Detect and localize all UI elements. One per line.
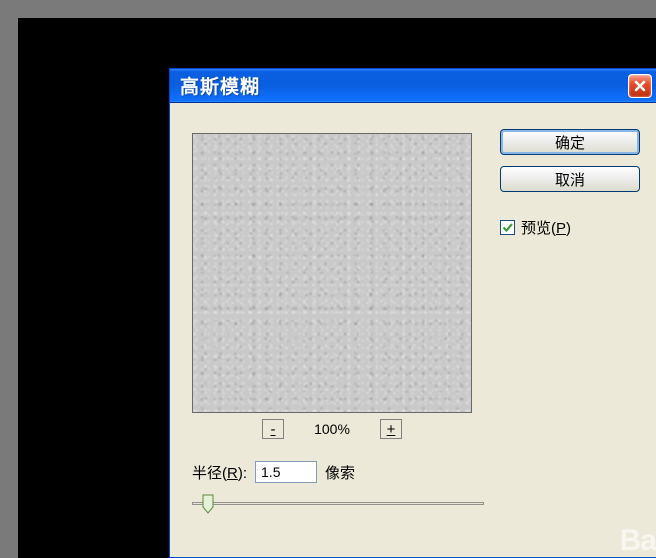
dialog-body: - 100% + 确定 取消 预览(P) 半径(R): [170,103,656,557]
label-hotkey: R [227,465,238,482]
radius-unit-label: 像索 [325,462,355,483]
label-text: ) [566,220,571,237]
close-button[interactable] [628,74,652,98]
radius-row: 半径(R): 像索 [192,461,355,483]
watermark: Ba [620,524,656,558]
slider-thumb-icon [202,494,214,514]
label-hotkey: P [556,220,566,237]
gaussian-blur-dialog: 高斯模糊 - 100% + 确定 取消 [169,68,656,558]
label-text: 半径( [192,465,227,482]
zoom-out-button[interactable]: - [262,419,284,439]
zoom-in-button[interactable]: + [380,419,402,439]
label-text: 预览( [521,220,556,237]
zoom-controls: - 100% + [192,419,472,439]
preview-checkbox-row: 预览(P) [500,217,640,238]
slider-thumb[interactable] [202,494,214,514]
side-controls: 确定 取消 预览(P) [500,129,640,238]
radius-input[interactable] [255,461,317,483]
cancel-button[interactable]: 取消 [500,166,640,192]
preview-checkbox-label: 预览(P) [521,217,571,238]
radius-slider[interactable] [192,493,484,515]
zoom-level-label: 100% [306,421,358,437]
checkmark-icon [501,221,514,234]
preview-noise [193,134,471,412]
close-icon [633,79,647,93]
preview-image[interactable] [192,133,472,413]
label-text: ): [238,465,247,482]
radius-label: 半径(R): [192,462,247,483]
ok-button[interactable]: 确定 [500,129,640,155]
preview-area: - 100% + [192,133,472,439]
titlebar[interactable]: 高斯模糊 [170,69,656,103]
dialog-title: 高斯模糊 [180,72,260,99]
preview-checkbox[interactable] [500,220,515,235]
slider-track [192,502,484,505]
